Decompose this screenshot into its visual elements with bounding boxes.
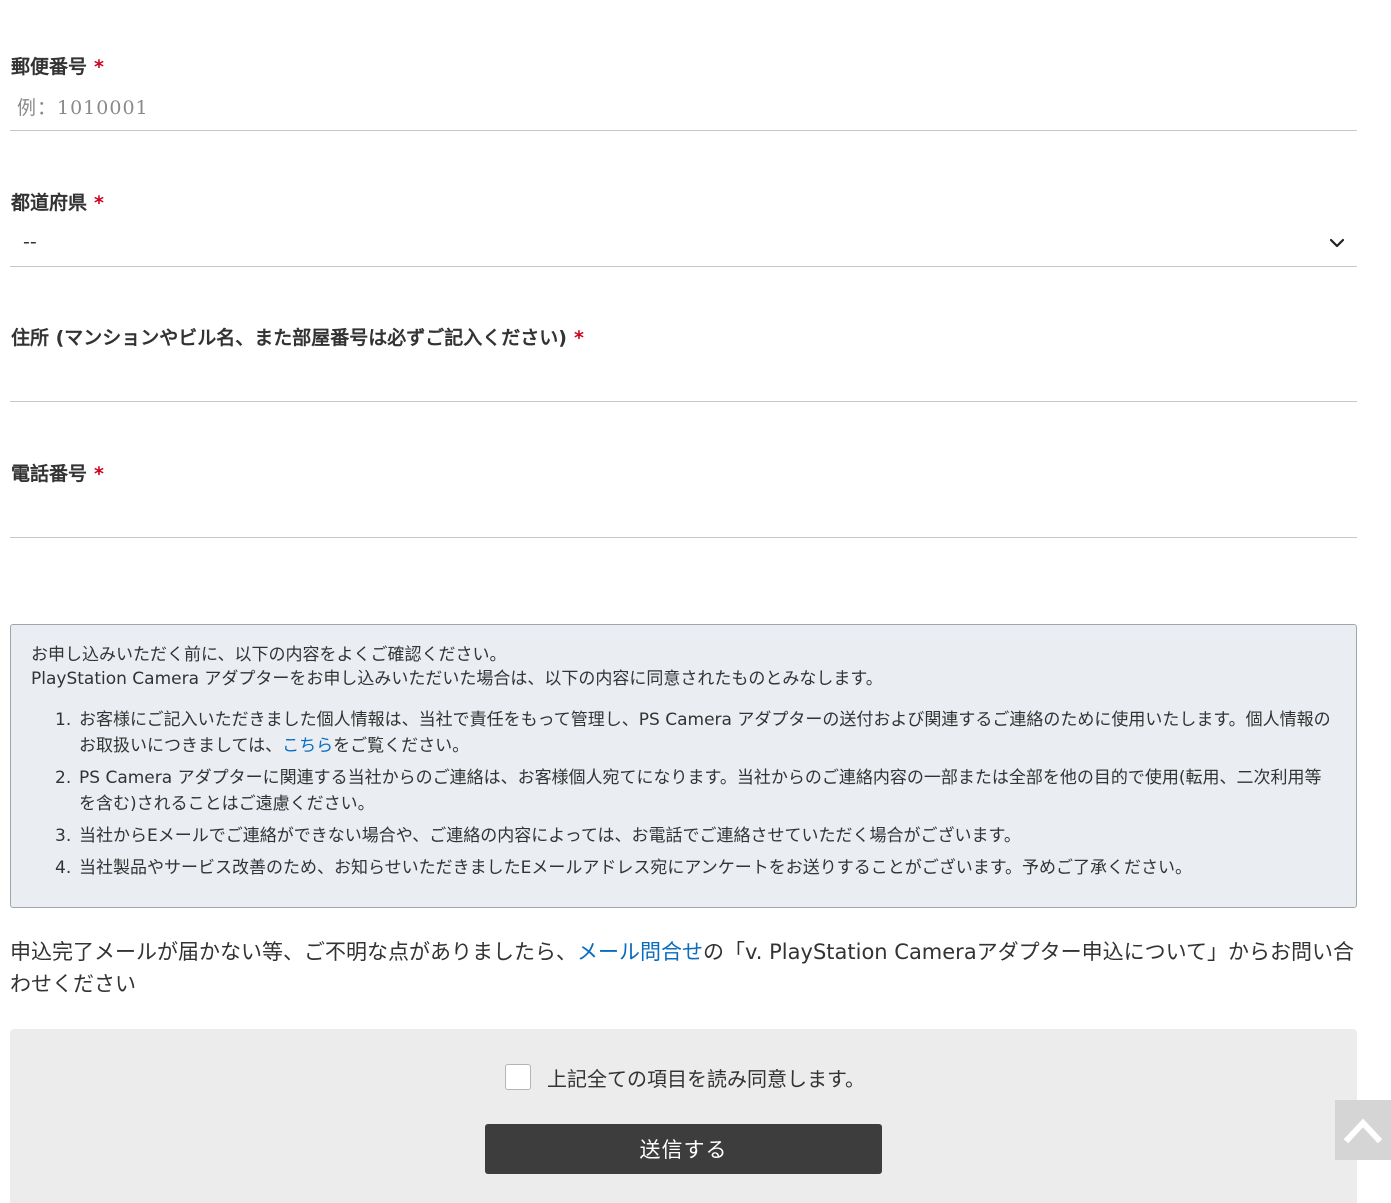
phone-field: 電話番号 * <box>10 457 1357 538</box>
notice-item-number: 2. <box>55 768 72 788</box>
address-field: 住所 (マンションやビル名、また部屋番号は必ずご記入ください) * <box>10 321 1357 402</box>
address-label-text: 住所 (マンションやビル名、また部屋番号は必ずご記入ください) <box>11 327 567 349</box>
notice-intro-line: お申し込みいただく前に、以下の内容をよくご確認ください。 <box>31 645 507 665</box>
contact-info-text: 申込完了メールが届かない等、ご不明な点がありましたら、メール問合せの「v. Pl… <box>10 936 1362 1000</box>
notice-item-number: 1. <box>55 710 72 730</box>
prefecture-label: 都道府県 * <box>11 188 104 215</box>
prefecture-field: 都道府県 * -- <box>10 186 1357 267</box>
notice-item-text: 当社からEメールでご連絡ができない場合や、ご連絡の内容によっては、お電話でご連絡… <box>79 826 1021 846</box>
notice-item: 2. PS Camera アダプターに関連する当社からのご連絡は、お客様個人宛てに… <box>31 765 1331 817</box>
agree-checkbox[interactable] <box>505 1064 531 1090</box>
phone-label: 電話番号 * <box>11 459 104 486</box>
required-mark: * <box>94 56 104 78</box>
notice-item: 1. お客様にご記入いただきました個人情報は、当社で責任をもって管理し、PS Ca… <box>31 707 1331 759</box>
postal-code-field: 郵便番号 * <box>10 50 1357 131</box>
phone-label-text: 電話番号 <box>11 463 88 485</box>
notice-item: 4. 当社製品やサービス改善のため、お知らせいただきましたEメールアドレス宛にアン… <box>31 855 1331 881</box>
notice-item-text: お客様にご記入いただきました個人情報は、当社で責任をもって管理し、PS Came… <box>79 710 1331 756</box>
submit-button[interactable]: 送信する <box>485 1124 882 1174</box>
chevron-down-icon <box>1329 238 1345 248</box>
postal-code-label-text: 郵便番号 <box>11 56 88 78</box>
address-input[interactable] <box>10 356 1357 402</box>
terms-notice-box: お申し込みいただく前に、以下の内容をよくご確認ください。 PlayStation… <box>10 624 1357 908</box>
address-label: 住所 (マンションやビル名、また部屋番号は必ずご記入ください) * <box>11 323 584 350</box>
privacy-policy-link[interactable]: こちら <box>282 736 333 756</box>
phone-input[interactable] <box>10 492 1357 538</box>
notice-item-text: 当社製品やサービス改善のため、お知らせいただきましたEメールアドレス宛にアンケー… <box>79 858 1193 878</box>
notice-list: 1. お客様にご記入いただきました個人情報は、当社で責任をもって管理し、PS Ca… <box>31 707 1331 887</box>
agree-checkbox-label[interactable]: 上記全ての項目を読み同意します。 <box>547 1063 865 1092</box>
prefecture-selected-value: -- <box>23 231 37 253</box>
agreement-panel: 上記全ての項目を読み同意します。 送信する <box>10 1029 1357 1203</box>
prefecture-label-text: 都道府県 <box>11 192 88 214</box>
notice-item-number: 3. <box>55 826 72 846</box>
notice-item-text: をご覧ください。 <box>333 736 470 756</box>
chevron-up-icon <box>1344 1118 1382 1144</box>
mail-inquiry-link[interactable]: メール問合せ <box>577 940 703 964</box>
required-mark: * <box>94 192 104 214</box>
prefecture-select[interactable]: -- <box>10 223 1357 267</box>
notice-intro-line: PlayStation Camera アダプターをお申し込みいただいた場合は、以… <box>31 669 883 689</box>
notice-intro: お申し込みいただく前に、以下の内容をよくご確認ください。 PlayStation… <box>31 643 1331 691</box>
application-form-page: 郵便番号 * 都道府県 * -- 住所 (マンションやビル名、また部屋番号は必ずご記… <box>0 0 1391 1203</box>
required-mark: * <box>573 327 584 349</box>
postal-code-input[interactable] <box>10 85 1357 131</box>
postal-code-label: 郵便番号 * <box>11 52 104 79</box>
agree-checkbox-row[interactable]: 上記全ての項目を読み同意します。 <box>505 1063 865 1091</box>
back-to-top-button[interactable] <box>1335 1100 1391 1160</box>
notice-item-number: 4. <box>55 858 72 878</box>
contact-text-before: 申込完了メールが届かない等、ご不明な点がありましたら、 <box>10 940 577 964</box>
notice-item: 3. 当社からEメールでご連絡ができない場合や、ご連絡の内容によっては、お電話でご… <box>31 823 1331 849</box>
required-mark: * <box>94 463 104 485</box>
notice-item-text: PS Camera アダプターに関連する当社からのご連絡は、お客様個人宛てになり… <box>79 768 1322 814</box>
